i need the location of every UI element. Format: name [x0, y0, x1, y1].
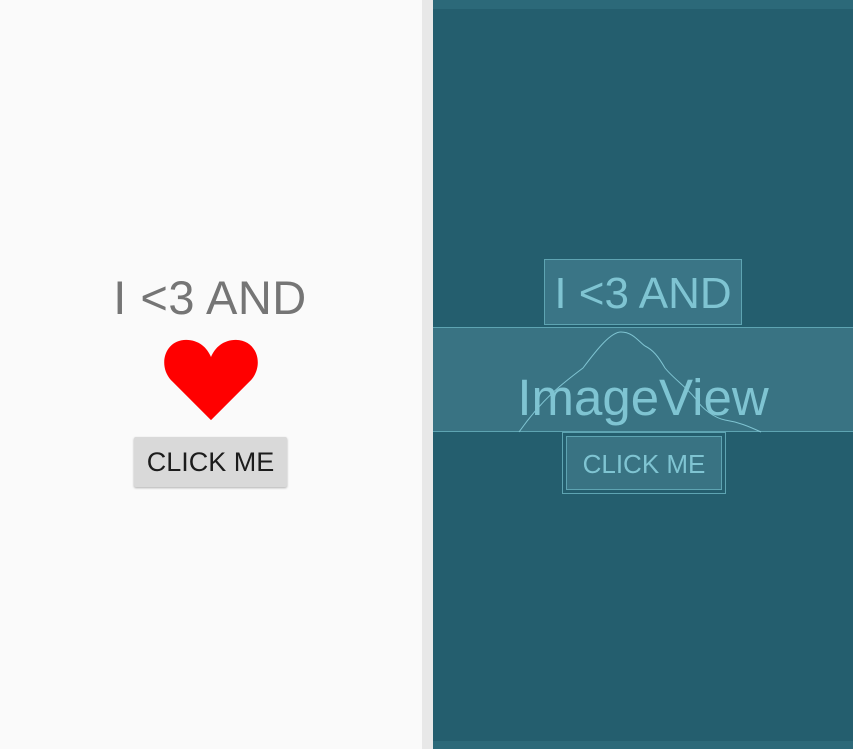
- pane-divider[interactable]: [422, 0, 433, 749]
- blueprint-button-label: CLICK ME: [566, 436, 722, 490]
- blueprint-image-view[interactable]: ImageView: [433, 327, 853, 433]
- blueprint-view: I <3 AND ImageView CLICK ME: [433, 0, 853, 749]
- blueprint-title-text[interactable]: I <3 AND: [544, 259, 742, 325]
- heart-icon: [164, 339, 258, 421]
- click-me-button[interactable]: CLICK ME: [134, 437, 287, 487]
- image-view-label: ImageView: [517, 369, 769, 426]
- design-preview: I <3 AND CLICK ME: [0, 0, 422, 749]
- blueprint-navigation-bar: [433, 741, 853, 749]
- title-text: I <3 AND: [113, 271, 307, 324]
- blueprint-status-bar: [433, 0, 853, 9]
- blueprint-click-me-button[interactable]: CLICK ME: [562, 432, 726, 494]
